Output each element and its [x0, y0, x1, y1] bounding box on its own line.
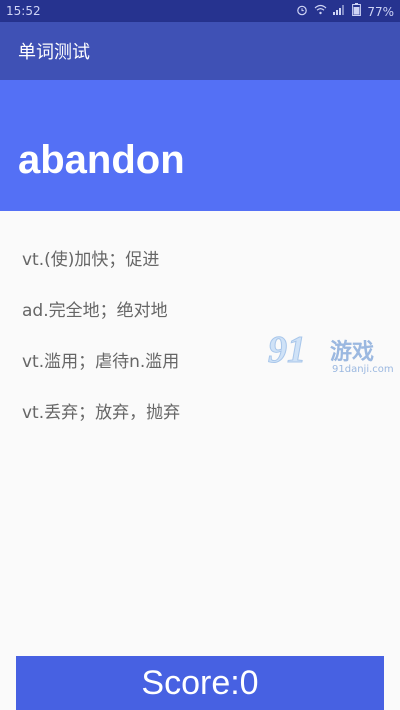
alarm-icon: [296, 4, 308, 20]
battery-icon: [352, 3, 362, 20]
watermark-domain: 91danji.com: [332, 364, 394, 375]
answer-option-1[interactable]: vt.(使)加快；促进: [0, 235, 400, 285]
app-title: 单词测试: [18, 42, 90, 63]
status-time: 15:52: [6, 4, 41, 18]
watermark-name: 游戏: [330, 340, 375, 365]
score-button[interactable]: Score:0: [16, 656, 384, 710]
answer-option-2[interactable]: ad.完全地；绝对地: [0, 286, 400, 336]
status-bar: 15:52 77%: [0, 0, 400, 22]
answer-option-4[interactable]: vt.丢弃；放弃，抛弃: [0, 388, 400, 438]
quiz-word: abandon: [18, 138, 185, 182]
app-bar: 单词测试: [0, 22, 400, 80]
status-icons: 77%: [296, 3, 394, 20]
watermark-logo: 91 游戏 91danji.com: [268, 329, 398, 380]
watermark-number: 91: [268, 329, 307, 372]
word-header: abandon: [0, 80, 400, 211]
battery-percent: 77%: [367, 4, 394, 19]
wifi-icon: [314, 4, 327, 19]
signal-icon: [333, 4, 346, 19]
score-label: Score:0: [141, 663, 259, 702]
